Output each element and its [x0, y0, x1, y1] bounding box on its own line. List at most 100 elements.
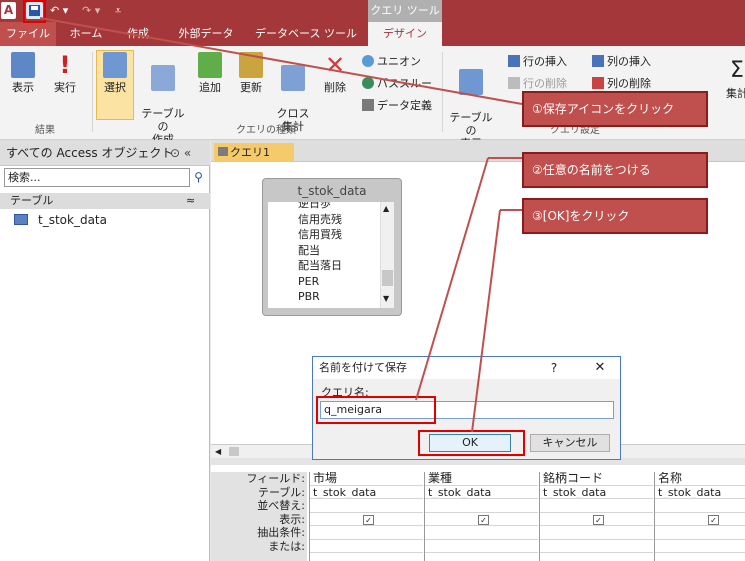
grid-criteria-cell[interactable]	[655, 526, 745, 540]
update-label: 更新	[240, 81, 262, 94]
grid-table-cell[interactable]: t_stok_data	[425, 486, 538, 499]
delete-query-button[interactable]: ✕ 削除	[318, 52, 352, 94]
scroll-left-icon[interactable]: ◀	[215, 445, 221, 458]
delete-column-button[interactable]: 列の削除	[592, 76, 651, 92]
close-icon[interactable]: ✕	[586, 357, 614, 379]
grid-column[interactable]: 市場 t_stok_data ✓	[309, 472, 423, 561]
grid-row-label: テーブル:	[257, 485, 305, 499]
dialog-title: 名前を付けて保存	[313, 357, 620, 379]
hscroll-thumb[interactable]	[229, 447, 239, 456]
run-button[interactable]: ! 実行	[48, 52, 82, 94]
grid-table-cell[interactable]: t_stok_data	[655, 486, 745, 499]
grid-or-cell[interactable]	[425, 540, 538, 553]
grid-row-label: 並べ替え:	[257, 499, 305, 512]
select-query-button[interactable]: 選択	[98, 52, 132, 94]
field-item[interactable]: 配当	[268, 243, 380, 259]
grid-field-cell[interactable]: 名称	[655, 472, 745, 486]
cancel-button[interactable]: キャンセル	[530, 434, 610, 452]
grid-row-label: フィールド:	[246, 472, 306, 485]
append-button[interactable]: 追加	[194, 52, 226, 94]
table-icon	[14, 214, 28, 225]
delete-x-icon: ✕	[324, 51, 346, 79]
grid-field-cell[interactable]: 業種	[425, 472, 538, 486]
field-item[interactable]: 逆日歩	[268, 202, 380, 212]
nav-pane-header-icons[interactable]: ⊙ «	[170, 146, 191, 160]
grid-table-cell[interactable]: t_stok_data	[540, 486, 653, 499]
grid-or-cell[interactable]	[310, 540, 423, 553]
show-checkbox[interactable]: ✓	[363, 514, 374, 525]
help-button[interactable]: ?	[542, 357, 566, 379]
field-item[interactable]: PBR	[268, 289, 380, 305]
grid-show-cell[interactable]: ✓	[310, 513, 423, 526]
tab-external-data[interactable]: 外部データ	[170, 22, 242, 46]
search-icon[interactable]: ⚲	[190, 168, 207, 187]
field-item[interactable]: PER	[268, 274, 380, 290]
show-checkbox[interactable]: ✓	[593, 514, 604, 525]
grid-show-cell[interactable]: ✓	[425, 513, 538, 526]
grid-criteria-cell[interactable]	[310, 526, 423, 540]
field-item[interactable]: 信用買残	[268, 227, 380, 243]
union-button[interactable]: ユニオン	[362, 54, 421, 70]
tab-database-tools[interactable]: データベース ツール	[252, 22, 360, 46]
nav-section-tables[interactable]: テーブル	[0, 193, 210, 209]
scroll-up-icon[interactable]: ▲	[383, 204, 389, 213]
insert-row-button[interactable]: 行の挿入	[508, 54, 567, 70]
grid-or-cell[interactable]	[655, 540, 745, 553]
field-item[interactable]: 配当落日	[268, 258, 380, 274]
grid-table-cell[interactable]: t_stok_data	[310, 486, 423, 499]
grid-show-cell[interactable]: ✓	[540, 513, 653, 526]
grid-show-cell[interactable]: ✓	[655, 513, 745, 526]
totals-button[interactable]: Σ 集計	[726, 58, 745, 100]
delete-row-button[interactable]: 行の削除	[508, 76, 567, 92]
data-definition-button[interactable]: データ定義	[362, 98, 432, 114]
annotation-step-3: ③[OK]をクリック	[522, 198, 708, 234]
grid-sort-cell[interactable]	[655, 499, 745, 513]
grid-or-cell[interactable]	[540, 540, 653, 553]
show-checkbox[interactable]: ✓	[708, 514, 719, 525]
delete-row-icon	[508, 77, 520, 89]
grid-column[interactable]: 名称 t_stok_data ✓	[654, 472, 745, 561]
grid-column[interactable]: 銘柄コード t_stok_data ✓	[539, 472, 653, 561]
delete-label: 削除	[324, 81, 346, 94]
grid-sort-cell[interactable]	[310, 499, 423, 513]
show-checkbox[interactable]: ✓	[478, 514, 489, 525]
collapse-section-icon[interactable]: ≈	[186, 193, 195, 209]
scroll-thumb[interactable]	[382, 270, 393, 286]
scroll-down-icon[interactable]: ▼	[383, 294, 389, 303]
redo-button[interactable]: ↷ ▾	[82, 3, 100, 19]
grid-sort-cell[interactable]	[425, 499, 538, 513]
insert-column-button[interactable]: 列の挿入	[592, 54, 651, 70]
pencil-icon	[239, 52, 263, 78]
grid-row-labels: フィールド: テーブル: 並べ替え: 表示: 抽出条件: または:	[211, 472, 307, 561]
nav-search-input[interactable]: 検索...	[4, 168, 190, 187]
customize-qat-button[interactable]: ⩡	[115, 3, 121, 19]
tab-create[interactable]: 作成	[118, 22, 158, 46]
append-icon	[198, 52, 222, 78]
crosstab-icon	[281, 65, 305, 91]
field-list-title: t_stok_data	[297, 184, 367, 198]
data-definition-icon	[362, 99, 374, 111]
grid-field-cell[interactable]: 銘柄コード	[540, 472, 653, 486]
tab-file[interactable]: ファイル	[0, 22, 56, 46]
field-item[interactable]: 信用売残	[268, 212, 380, 228]
insert-row-label: 行の挿入	[523, 55, 567, 68]
field-list-scrollbar[interactable]: ▲ ▼	[380, 202, 394, 308]
passthrough-button[interactable]: パススルー	[362, 76, 432, 92]
tab-home[interactable]: ホーム	[62, 22, 110, 46]
union-icon	[362, 55, 374, 67]
nav-item-t-stok-data[interactable]: t_stok_data	[14, 212, 107, 228]
grid-column[interactable]: 業種 t_stok_data ✓	[424, 472, 538, 561]
highlight-save-icon	[23, 0, 46, 23]
view-button[interactable]: 表示	[6, 52, 40, 94]
insert-row-icon	[508, 55, 520, 67]
grid-criteria-cell[interactable]	[540, 526, 653, 540]
union-label: ユニオン	[377, 55, 421, 68]
update-button[interactable]: 更新	[234, 52, 268, 94]
grid-criteria-cell[interactable]	[425, 526, 538, 540]
nav-section-label: テーブル	[10, 194, 54, 207]
undo-button[interactable]: ↶ ▾	[50, 3, 68, 19]
grid-sort-cell[interactable]	[540, 499, 653, 513]
grid-field-cell[interactable]: 市場	[310, 472, 423, 486]
delete-row-label: 行の削除	[523, 77, 567, 90]
tab-design[interactable]: デザイン	[368, 22, 442, 46]
